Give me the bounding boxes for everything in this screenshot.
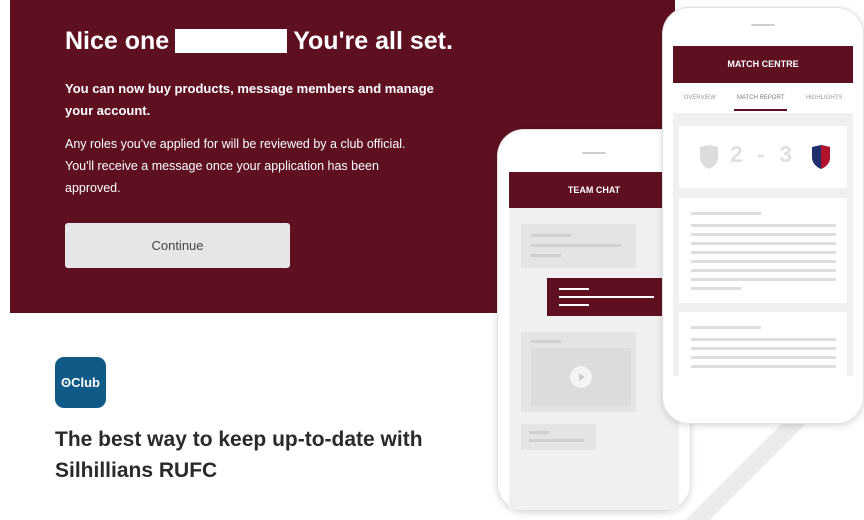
phone-speaker bbox=[582, 152, 606, 154]
score-card: 2 - 3 bbox=[679, 126, 847, 188]
chat-message bbox=[521, 424, 596, 450]
play-icon[interactable] bbox=[570, 366, 592, 388]
report-card bbox=[679, 198, 847, 303]
own-chat-message bbox=[547, 278, 679, 316]
tab-highlights[interactable]: HIGHLIGHTS bbox=[806, 95, 843, 101]
phone-speaker bbox=[751, 24, 775, 26]
promo-tagline: The best way to keep up-to-date with Sil… bbox=[55, 428, 423, 482]
chat-video-message bbox=[521, 332, 636, 412]
match-centre-tabs: OVERVIEW MATCH REPORT HIGHLIGHTS bbox=[673, 83, 853, 113]
match-centre-screen: MATCH CENTRE OVERVIEW MATCH REPORT HIGHL… bbox=[673, 46, 853, 376]
team-chat-title: TEAM CHAT bbox=[509, 172, 679, 208]
intro-text: You can now buy products, message member… bbox=[65, 81, 434, 118]
headline-end: You're all set. bbox=[293, 27, 453, 55]
team-chat-screen: TEAM CHAT bbox=[509, 172, 679, 510]
match-centre-title: MATCH CENTRE bbox=[673, 46, 853, 83]
chat-message bbox=[521, 224, 636, 268]
phone-match-centre: MATCH CENTRE OVERVIEW MATCH REPORT HIGHL… bbox=[663, 8, 863, 423]
roles-note: Any roles you've applied for will be rev… bbox=[65, 137, 406, 195]
tab-overview[interactable]: OVERVIEW bbox=[684, 95, 716, 101]
headline-start: Nice one bbox=[65, 27, 170, 55]
phone-team-chat: TEAM CHAT bbox=[498, 130, 690, 510]
video-thumbnail bbox=[531, 348, 631, 406]
club-app-logo: ʘClub bbox=[55, 357, 106, 408]
redacted-name bbox=[175, 29, 288, 53]
report-card bbox=[679, 312, 847, 376]
welcome-headline: Nice one You're all set. bbox=[65, 26, 453, 56]
tab-match-report[interactable]: MATCH REPORT bbox=[734, 95, 788, 111]
away-team-shield-icon bbox=[812, 145, 830, 169]
continue-button[interactable]: Continue bbox=[65, 223, 290, 268]
